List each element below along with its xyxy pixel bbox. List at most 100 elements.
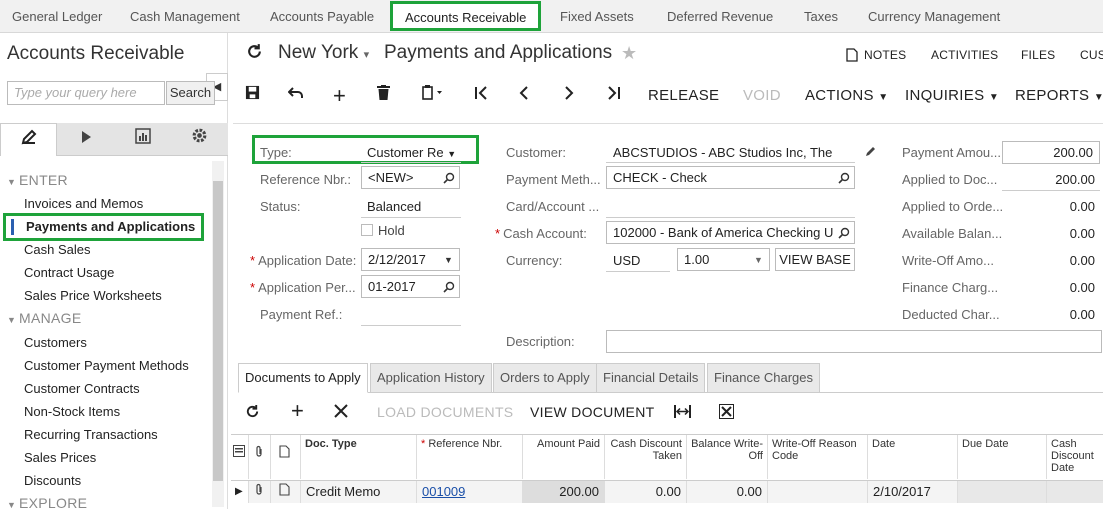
cash-account-input[interactable]: 102000 - Bank of America Checking U [606, 221, 855, 244]
col-amount-paid[interactable]: Amount Paid [523, 435, 605, 479]
nav-fixed-assets[interactable]: Fixed Assets [560, 0, 634, 33]
section-manage[interactable]: ▼ MANAGE [7, 310, 82, 326]
menu-item-invoices-memos[interactable]: Invoices and Memos [24, 196, 143, 211]
description-input[interactable] [606, 330, 1102, 353]
scrollbar-thumb[interactable] [213, 181, 223, 481]
cell-due-date[interactable] [958, 481, 1047, 503]
nav-accounts-payable[interactable]: Accounts Payable [270, 0, 374, 33]
payment-amount-input[interactable]: 200.00 [1002, 141, 1100, 164]
col-cash-discount-date[interactable]: Cash Discount Date [1047, 435, 1103, 479]
nav-cash-management[interactable]: Cash Management [130, 0, 240, 33]
payment-ref-input[interactable] [361, 325, 461, 326]
col-due-date[interactable]: Due Date [958, 435, 1047, 479]
col-writeoff-reason[interactable]: Write-Off Reason Code [768, 435, 868, 479]
section-explore[interactable]: ▼ EXPLORE [7, 495, 87, 509]
cell-reference-nbr-link[interactable]: 001009 [417, 481, 523, 503]
chevron-down-icon[interactable]: ▼ [754, 255, 763, 265]
customer-value[interactable]: ABCSTUDIOS - ABC Studios Inc, The [613, 145, 843, 160]
release-button[interactable]: RELEASE [648, 78, 719, 114]
cell-writeoff-reason[interactable] [768, 481, 868, 503]
col-date[interactable]: Date [868, 435, 958, 479]
save-icon[interactable] [245, 78, 260, 114]
search-icon[interactable] [443, 281, 455, 296]
menu-item-sales-price-worksheets[interactable]: Sales Price Worksheets [24, 288, 162, 303]
refresh-icon[interactable] [245, 404, 260, 422]
gear-icon[interactable] [171, 123, 228, 156]
menu-item-discounts[interactable]: Discounts [24, 473, 81, 488]
col-cash-discount-taken[interactable]: Cash Discount Taken [605, 435, 687, 479]
type-select[interactable]: Customer Re ▼ [367, 145, 456, 160]
hold-checkbox[interactable] [361, 224, 373, 236]
section-enter[interactable]: ▼ ENTER [7, 172, 68, 188]
customization-link[interactable]: CUS [1080, 48, 1103, 62]
cell-cash-discount-taken[interactable]: 0.00 [605, 481, 687, 503]
search-icon[interactable] [443, 172, 455, 187]
menu-item-sales-prices[interactable]: Sales Prices [24, 450, 96, 465]
menu-item-customer-contracts[interactable]: Customer Contracts [24, 381, 140, 396]
actions-menu[interactable]: ACTIONS ▼ [805, 78, 888, 114]
inquiries-menu[interactable]: INQUIRIES ▼ [905, 78, 999, 114]
fit-columns-icon[interactable] [674, 405, 691, 421]
cell-amount-paid[interactable]: 200.00 [523, 481, 605, 503]
tab-documents-to-apply[interactable]: Documents to Apply [238, 363, 368, 393]
row-note-icon[interactable] [271, 481, 301, 503]
favorite-star-icon[interactable]: ★ [621, 43, 637, 64]
menu-item-payments-applications[interactable]: Payments and Applications [3, 213, 204, 241]
sidebar-search-input[interactable]: Type your query here [7, 81, 165, 105]
branch-selector[interactable]: New York ▾ [278, 42, 369, 64]
menu-item-cash-sales[interactable]: Cash Sales [24, 242, 90, 257]
activities-link[interactable]: ACTIVITIES [931, 48, 998, 62]
sidebar-search-button[interactable]: Search [166, 81, 215, 105]
nav-general-ledger[interactable]: General Ledger [12, 0, 102, 33]
tab-orders-to-apply[interactable]: Orders to Apply [493, 363, 597, 393]
pencil-icon[interactable] [0, 123, 57, 156]
play-icon[interactable] [57, 123, 114, 156]
row-attachment-icon[interactable] [249, 481, 271, 503]
row-selector-icon[interactable]: ▶ [231, 481, 249, 503]
menu-item-recurring-transactions[interactable]: Recurring Transactions [24, 427, 158, 442]
files-link[interactable]: FILES [1021, 48, 1055, 62]
sidebar-scrollbar[interactable] [212, 161, 224, 507]
menu-item-customers[interactable]: Customers [24, 335, 87, 350]
view-base-button[interactable]: VIEW BASE [775, 248, 855, 271]
add-row-icon[interactable]: + [291, 398, 304, 424]
chevron-down-icon[interactable]: ▼ [444, 255, 453, 265]
view-document-button[interactable]: VIEW DOCUMENT [530, 404, 654, 420]
previous-record-icon[interactable] [519, 78, 529, 114]
grid-select-icon[interactable] [231, 435, 249, 479]
nav-accounts-receivable[interactable]: Accounts Receivable [390, 1, 542, 31]
cell-cash-discount-date[interactable] [1047, 481, 1103, 503]
nav-currency-management[interactable]: Currency Management [868, 0, 1000, 33]
notes-link[interactable]: NOTES [864, 48, 906, 62]
copy-paste-icon[interactable] [422, 78, 442, 114]
col-doc-type[interactable]: Doc. Type [301, 435, 417, 479]
export-excel-icon[interactable] [719, 404, 734, 422]
delete-row-icon[interactable] [334, 404, 348, 421]
cell-date[interactable]: 2/10/2017 [868, 481, 958, 503]
delete-icon[interactable] [377, 78, 390, 114]
search-icon[interactable] [838, 172, 850, 187]
cell-doc-type[interactable]: Credit Memo [301, 481, 417, 503]
tab-finance-charges[interactable]: Finance Charges [707, 363, 820, 393]
menu-item-non-stock-items[interactable]: Non-Stock Items [24, 404, 120, 419]
cell-balance-writeoff[interactable]: 0.00 [687, 481, 768, 503]
tab-application-history[interactable]: Application History [370, 363, 492, 393]
reports-menu[interactable]: REPORTS ▼ [1015, 78, 1103, 114]
menu-item-contract-usage[interactable]: Contract Usage [24, 265, 114, 280]
next-record-icon[interactable] [564, 78, 574, 114]
add-icon[interactable]: + [333, 78, 346, 114]
menu-item-customer-payment-methods[interactable]: Customer Payment Methods [24, 358, 189, 373]
load-documents-button[interactable]: LOAD DOCUMENTS [377, 404, 513, 420]
col-balance-writeoff[interactable]: Balance Write-Off [687, 435, 768, 479]
tab-financial-details[interactable]: Financial Details [596, 363, 706, 393]
last-record-icon[interactable] [607, 78, 621, 114]
first-record-icon[interactable] [474, 78, 488, 114]
nav-taxes[interactable]: Taxes [804, 0, 838, 33]
refresh-icon[interactable] [246, 43, 263, 63]
payment-method-input[interactable]: CHECK - Check [606, 166, 855, 189]
col-reference-nbr[interactable]: * Reference Nbr. [417, 435, 523, 479]
search-icon[interactable] [838, 227, 850, 242]
void-button[interactable]: VOID [743, 78, 781, 114]
report-icon[interactable] [114, 123, 171, 156]
undo-icon[interactable] [287, 78, 304, 114]
